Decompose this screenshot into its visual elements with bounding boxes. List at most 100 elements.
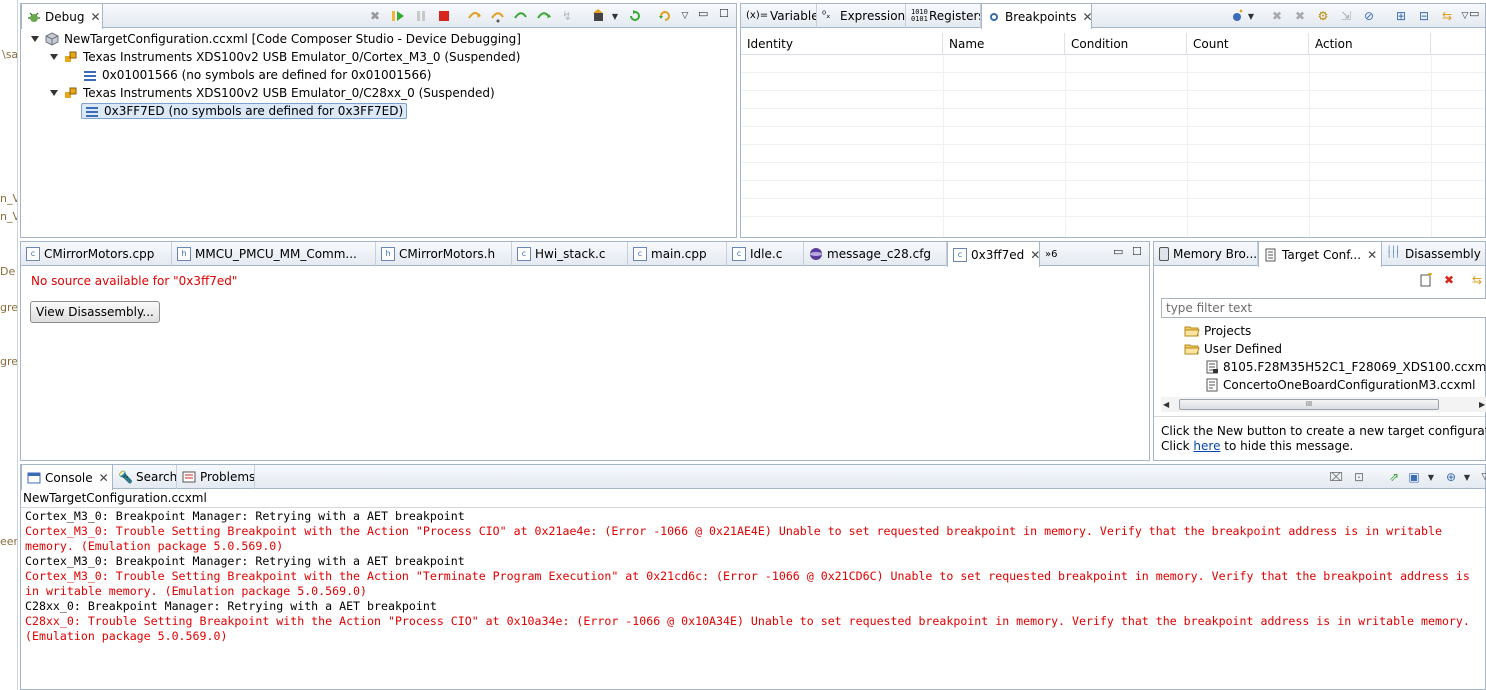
tab-0x3ff7ed[interactable]: c 0x3ff7ed ✕ [947,242,1040,267]
refresh-icon[interactable] [657,8,673,24]
column-label: Name [949,36,985,51]
edge-fragment: gre [0,355,18,368]
tab-target-configurations[interactable]: Target Conf... ✕ [1258,242,1382,267]
tab-breakpoints[interactable]: Breakpoints ✕ [981,4,1092,29]
close-icon[interactable]: ✕ [1367,248,1377,262]
console-icon [27,471,41,485]
col-divider [1065,55,1066,237]
thread-icon [64,50,78,64]
close-icon[interactable]: ✕ [1030,248,1039,262]
reset-cpu-icon[interactable] [591,8,607,24]
minimize-icon[interactable]: ▭ [1113,245,1123,258]
column-identity[interactable]: Identity [741,33,943,54]
column-count[interactable]: Count [1187,33,1309,54]
display-console-icon[interactable]: ▣ [1406,469,1422,485]
tab-idle-c[interactable]: c Idle.c [727,242,804,266]
scroll-right-icon[interactable]: ▶ [1479,397,1485,412]
chevron-down-icon[interactable]: ▼ [1423,469,1439,485]
step-return-icon[interactable] [513,8,529,24]
tab-problems[interactable]: Problems [177,465,255,489]
column-condition[interactable]: Condition [1065,33,1187,54]
tab-main-cpp[interactable]: c main.cpp [628,242,727,266]
tab-debug[interactable]: Debug ✕ [21,4,103,29]
expand-toggle-icon[interactable] [50,90,58,96]
tree-item-cortex[interactable]: Texas Instruments XDS100v2 USB Emulator_… [50,48,520,66]
minimize-icon[interactable]: ▭ [1469,7,1479,20]
breakpoints-view: (x)= Variables ⁰ₓ Expressions 10100101 R… [740,3,1486,238]
hide-message-link[interactable]: here [1193,439,1220,453]
drop-to-frame-icon[interactable]: ↯ [559,8,575,24]
scroll-left-icon[interactable]: ◀ [1163,397,1169,412]
tree-item-projects[interactable]: Projects [1184,322,1251,340]
tab-expressions[interactable]: ⁰ₓ Expressions [817,4,906,28]
pin-console-icon[interactable]: ⇗ [1386,469,1402,485]
row-divider [741,162,1485,163]
expand-toggle-icon[interactable] [31,36,39,42]
tree-item-session[interactable]: NewTargetConfiguration.ccxml [Code Compo… [31,30,521,48]
tree-item-label: 8105.F28M35H52C1_F28069_XDS100.ccxml [1223,360,1486,374]
close-icon[interactable]: ✕ [99,471,109,485]
expand-toggle-icon[interactable] [50,54,58,60]
clear-console-icon[interactable]: ⌧ [1328,469,1344,485]
go-to-file-icon[interactable]: ⇲ [1338,8,1354,24]
tab-variables[interactable]: (x)= Variables [741,4,817,28]
maximize-icon[interactable]: ☐ [1132,245,1142,258]
chevron-down-icon[interactable]: ▼ [1243,8,1259,24]
minimize-icon[interactable]: ▭ [698,7,708,20]
collapse-all-icon[interactable]: ⊟ [1416,8,1432,24]
scroll-lock-icon[interactable]: ⊡ [1351,469,1367,485]
close-icon[interactable]: ✕ [90,10,100,24]
maximize-icon[interactable]: ☐ [719,7,729,20]
delete-icon[interactable]: ✖ [1441,272,1457,288]
tab-cmirrormotors-h[interactable]: h CMirrorMotors.h [376,242,512,266]
view-menu-icon[interactable]: ▽ [1477,469,1486,485]
tab-overflow[interactable]: » 6 [1040,242,1070,266]
tab-label: Hwi_stack.c [535,247,606,261]
tab-search[interactable]: 🔦 Search [113,465,177,489]
tab-console[interactable]: Console ✕ [21,465,113,490]
scrollbar-thumb[interactable]: III [1179,399,1439,410]
tree-item-ccxml[interactable]: 8105.F28M35H52C1_F28069_XDS100.ccxml [1206,358,1486,376]
chevron-down-icon[interactable]: ▼ [1459,469,1475,485]
tab-label: Problems [200,470,255,484]
close-icon[interactable]: ✕ [1082,10,1091,24]
editor-tabbar: c CMirrorMotors.cpp h MMCU_PMCU_MM_Comm.… [21,242,1149,267]
column-action[interactable]: Action [1309,33,1431,54]
tab-cmirrormotors-cpp[interactable]: c CMirrorMotors.cpp [21,242,172,266]
assembly-step-icon[interactable] [536,8,552,24]
tree-item-frame-selected[interactable]: 0x3FF7ED (no symbols are defined for 0x3… [81,102,408,120]
resume-icon[interactable] [390,8,406,24]
skip-breakpoints-icon[interactable]: ⊘ [1361,8,1377,24]
chevron-down-icon[interactable]: ▼ [607,8,623,24]
tree-item-c28[interactable]: Texas Instruments XDS100v2 USB Emulator_… [50,84,495,102]
info-divider [1154,416,1485,417]
remove-terminated-icon[interactable]: ✖ [367,8,383,24]
view-menu-icon[interactable]: ▽ [677,8,693,24]
link-icon[interactable]: ⇆ [1439,8,1455,24]
refresh-icon[interactable]: ⇆ [1469,272,1485,288]
view-disassembly-button[interactable]: View Disassembly... [30,301,160,323]
tab-message-cfg[interactable]: message_c28.cfg [804,242,947,266]
tree-item-frame[interactable]: 0x01001566 (no symbols are defined for 0… [83,66,431,84]
remove-all-breakpoints-icon[interactable]: ✖ [1292,8,1308,24]
tree-item-ccxml[interactable]: ConcertoOneBoardConfigurationM3.ccxml [1206,376,1476,394]
tab-hwi-stack[interactable]: c Hwi_stack.c [512,242,628,266]
horizontal-scrollbar[interactable]: ◀ III ▶ [1161,397,1486,412]
column-name[interactable]: Name [943,33,1065,54]
restart-icon[interactable] [627,8,643,24]
tab-registers[interactable]: 1010 0101 Registers [906,4,981,28]
tree-item-user-defined[interactable]: User Defined [1184,340,1282,358]
new-target-config-icon[interactable] [1418,272,1434,288]
expand-all-icon[interactable]: ⊞ [1393,8,1409,24]
step-into-icon[interactable] [467,8,483,24]
filter-input[interactable]: type filter text [1161,298,1486,318]
remove-breakpoint-icon[interactable]: ✖ [1269,8,1285,24]
tab-mmcu-pmcu[interactable]: h MMCU_PMCU_MM_Comm... [172,242,376,266]
suspend-icon[interactable] [413,8,429,24]
open-console-icon[interactable]: ⊕ [1443,469,1459,485]
step-over-icon[interactable] [490,8,506,24]
tab-disassembly[interactable]: ||| ||| Disassembly [1382,242,1486,266]
tab-memory-browser[interactable]: Memory Bro... [1154,242,1258,266]
terminate-icon[interactable] [436,8,452,24]
gears-icon[interactable]: ⚙ [1315,8,1331,24]
